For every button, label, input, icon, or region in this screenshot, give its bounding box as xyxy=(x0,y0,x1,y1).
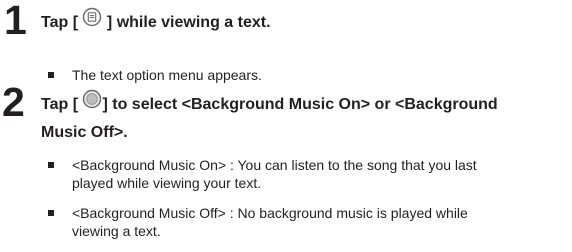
step-2-title-line-1: Tap [ ] to select <Background Music On> … xyxy=(41,89,498,120)
bullet-square-icon xyxy=(48,72,54,78)
step-1-title-before: Tap [ xyxy=(41,14,83,32)
bullet-text: The text option menu appears. xyxy=(72,67,262,83)
bullet-text: <Background Music Off> : No background m… xyxy=(72,205,468,239)
step-1-title-after: ] while viewing a text. xyxy=(102,14,271,32)
step-2-number: 2 xyxy=(2,79,25,125)
menu-icon xyxy=(82,7,102,37)
step-1-title: Tap [ ] while viewing a text. xyxy=(41,7,271,38)
select-circle-icon xyxy=(82,89,102,119)
bullet-square-icon xyxy=(48,210,54,216)
bullet-square-icon xyxy=(48,162,54,168)
step-2-title-after: ] to select <Background Music On> or <Ba… xyxy=(102,96,498,114)
step-2-title-before: Tap [ xyxy=(41,96,83,114)
step-1-number: 1 xyxy=(4,0,27,43)
bullet-text: <Background Music On> : You can listen t… xyxy=(72,157,477,191)
step-2-title-line-2: Music Off>. xyxy=(41,124,128,141)
